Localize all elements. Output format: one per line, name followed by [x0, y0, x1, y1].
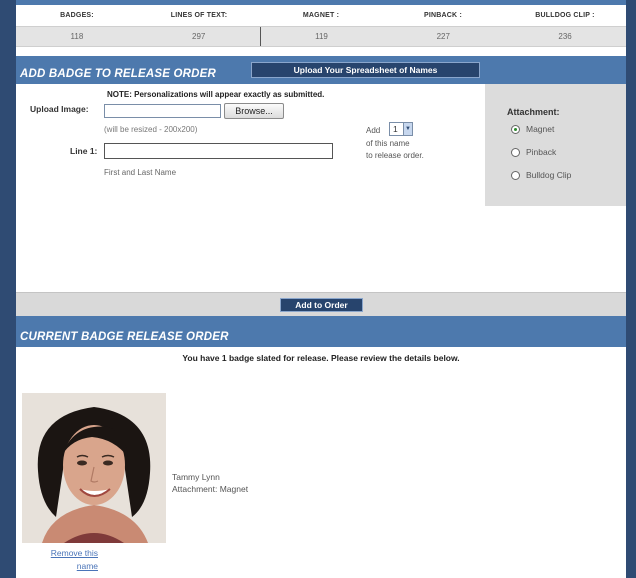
- stat-header-bulldog: BULLDOG CLIP :: [535, 12, 595, 19]
- stat-value-magnet: 119: [315, 32, 328, 41]
- stat-value-badges: 118: [70, 32, 84, 41]
- release-summary: You have 1 badge slated for release. Ple…: [182, 353, 460, 363]
- attachment-option-magnet[interactable]: Magnet: [511, 124, 554, 134]
- stats-value-row: 118 297 119 227 236: [16, 26, 626, 47]
- section-divider: [16, 316, 626, 323]
- stat-value-bulldog: 236: [558, 32, 572, 41]
- release-order-content: You have 1 badge slated for release. Ple…: [16, 347, 626, 577]
- stat-header-pinback: PINBACK :: [424, 12, 462, 19]
- upload-image-label: Upload Image:: [30, 104, 89, 114]
- option-label-bulldog: Bulldog Clip: [526, 170, 572, 180]
- badge-photo: [22, 393, 166, 543]
- stat-header-lines: LINES OF TEXT:: [170, 12, 228, 19]
- add-suffix-line1: of this name: [366, 139, 410, 148]
- add-prefix: Add: [366, 126, 381, 135]
- quantity-select[interactable]: 1 ▼: [389, 122, 413, 136]
- radio-pinback[interactable]: [511, 147, 520, 157]
- badge-attachment: Attachment: Magnet: [172, 484, 249, 494]
- add-badge-header: ADD BADGE TO RELEASE ORDER Upload Your S…: [16, 56, 626, 84]
- remove-link-line1: Remove this: [50, 548, 98, 558]
- badge-name: Tammy Lynn: [172, 472, 220, 482]
- add-to-order-button[interactable]: Add to Order: [280, 298, 363, 312]
- radio-magnet[interactable]: [511, 124, 520, 134]
- stat-header-magnet: MAGNET :: [302, 12, 340, 19]
- line1-hint: First and Last Name: [104, 168, 177, 177]
- add-suffix-line2: to release order.: [366, 151, 424, 160]
- option-label-magnet: Magnet: [526, 124, 555, 134]
- chevron-down-icon: ▼: [403, 123, 412, 135]
- attachment-option-bulldog[interactable]: Bulldog Clip: [511, 170, 571, 180]
- release-order-title: CURRENT BADGE RELEASE ORDER: [20, 331, 229, 343]
- line1-label: Line 1:: [70, 146, 98, 156]
- stat-value-pinback: 227: [436, 32, 450, 41]
- line1-input[interactable]: [104, 143, 333, 159]
- personalization-note: NOTE: Personalizations will appear exact…: [107, 90, 325, 99]
- release-order-header: CURRENT BADGE RELEASE ORDER: [16, 323, 626, 347]
- remove-link-line2: name: [76, 561, 98, 571]
- attachment-panel: Attachment: Magnet Pinback Bulldog Clip: [485, 84, 626, 206]
- quantity-value: 1: [393, 124, 398, 134]
- add-badge-form: NOTE: Personalizations will appear exact…: [16, 84, 626, 292]
- stat-value-lines: 297: [138, 27, 261, 46]
- radio-bulldog[interactable]: [511, 170, 520, 180]
- add-to-order-bar: Add to Order: [16, 292, 626, 316]
- add-badge-title: ADD BADGE TO RELEASE ORDER: [20, 68, 217, 80]
- attachment-option-pinback[interactable]: Pinback: [511, 147, 556, 157]
- upload-spreadsheet-button[interactable]: Upload Your Spreadsheet of Names: [251, 62, 480, 78]
- main-frame: BADGES: LINES OF TEXT: MAGNET : PINBACK …: [16, 0, 626, 578]
- stat-header-badges: BADGES:: [60, 12, 94, 19]
- attachment-title: Attachment:: [507, 107, 560, 117]
- stats-header-row: BADGES: LINES OF TEXT: MAGNET : PINBACK …: [16, 5, 626, 26]
- remove-name-link[interactable]: Remove this name: [34, 547, 98, 573]
- image-file-input[interactable]: [104, 104, 221, 118]
- browse-button[interactable]: Browse...: [224, 103, 284, 119]
- option-label-pinback: Pinback: [526, 147, 557, 157]
- resize-hint: (will be resized - 200x200): [104, 125, 198, 134]
